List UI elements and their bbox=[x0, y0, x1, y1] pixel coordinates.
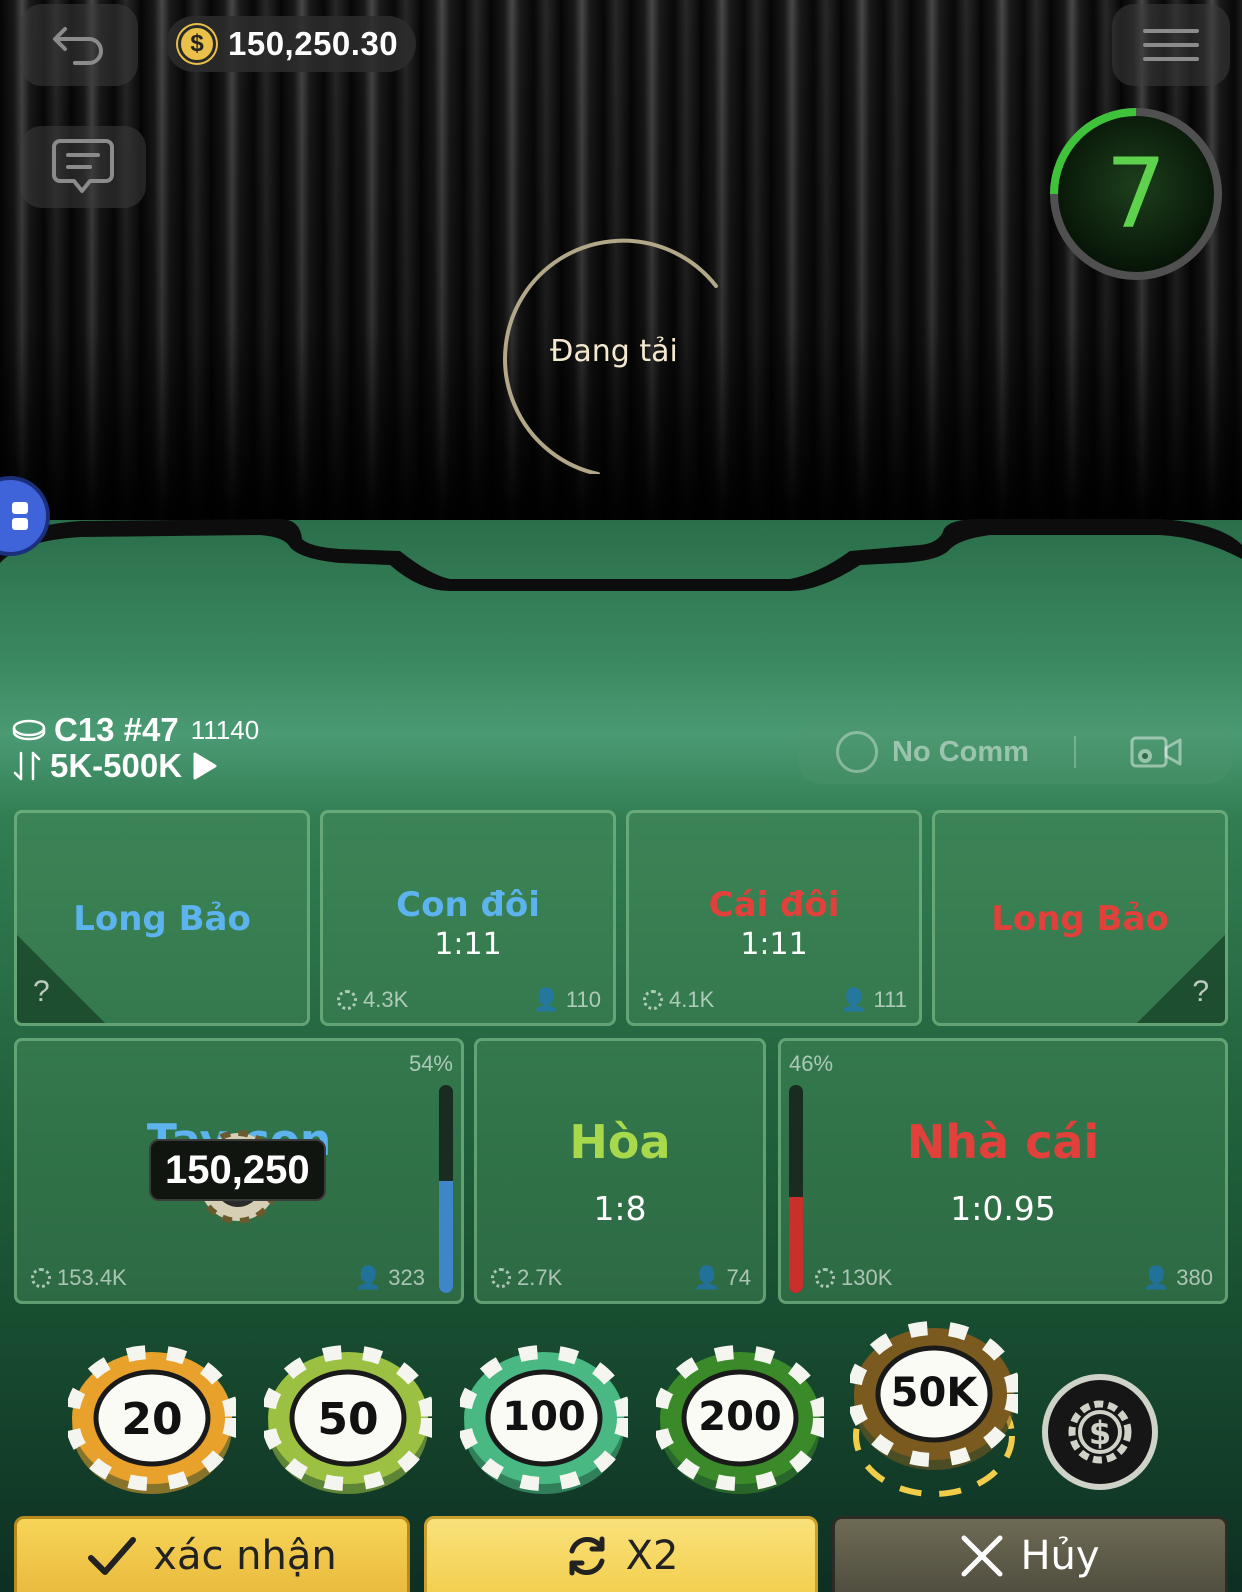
bet-tie[interactable]: Hòa 1:8 2.7K 👤 74 bbox=[474, 1038, 766, 1304]
hamburger-menu-icon bbox=[1143, 29, 1199, 61]
double-label: X2 bbox=[625, 1533, 679, 1579]
person-icon: 👤 bbox=[840, 987, 868, 1012]
help-icon[interactable]: ? bbox=[1192, 975, 1209, 1009]
chip-icon bbox=[643, 990, 663, 1010]
bet-odds: 1:11 bbox=[434, 927, 502, 962]
camera-settings-button[interactable] bbox=[1128, 732, 1184, 777]
bet-title: Long Bảo bbox=[991, 899, 1169, 939]
refresh-icon bbox=[569, 1536, 605, 1576]
chip-value: 20 bbox=[121, 1394, 183, 1445]
bet-player-count: 👤 111 bbox=[840, 987, 907, 1012]
bet-percent: 46% bbox=[789, 1051, 834, 1076]
bet-player-count: 👤 323 bbox=[354, 1265, 425, 1290]
bet-long-bao-player[interactable]: Long Bảo ? bbox=[14, 810, 310, 1026]
back-button[interactable] bbox=[20, 4, 138, 86]
confirm-label: xác nhận bbox=[153, 1533, 337, 1579]
bet-limit[interactable]: 5K-500K bbox=[12, 747, 259, 784]
chip-icon bbox=[337, 990, 357, 1010]
play-icon bbox=[193, 752, 217, 780]
double-button[interactable]: X2 bbox=[424, 1516, 818, 1592]
person-icon: 👤 bbox=[532, 987, 560, 1012]
countdown-timer: 7 bbox=[1046, 104, 1226, 284]
bet-title: Con đôi bbox=[396, 885, 540, 925]
bet-title: Hòa bbox=[569, 1115, 671, 1169]
bet-player-count: 👤 110 bbox=[532, 987, 601, 1012]
chip-value: 50K bbox=[890, 1370, 978, 1416]
placed-bet-amount: 150,250 bbox=[149, 1139, 326, 1201]
bet-player[interactable]: Tay con 54% 150,250 153.4K 👤323 bbox=[14, 1038, 464, 1304]
no-commission-radio[interactable] bbox=[836, 731, 878, 773]
bet-title: Cái đôi bbox=[708, 885, 840, 925]
chip-value: 100 bbox=[502, 1394, 586, 1440]
chip-20[interactable]: 20 bbox=[65, 1342, 239, 1502]
close-icon bbox=[961, 1535, 1003, 1577]
bet-total-amount: 4.1K bbox=[643, 987, 714, 1013]
bet-title: Long Bảo bbox=[73, 899, 251, 939]
person-icon: 👤 bbox=[354, 1265, 383, 1290]
chip-icon bbox=[815, 1268, 835, 1288]
chip-value: 200 bbox=[698, 1394, 782, 1440]
cancel-button[interactable]: Hủy bbox=[832, 1516, 1228, 1592]
camera-settings-icon bbox=[1130, 736, 1182, 768]
cancel-label: Hủy bbox=[1020, 1533, 1100, 1579]
sort-arrows-icon bbox=[13, 751, 41, 781]
corner-decoration bbox=[1137, 935, 1225, 1023]
bet-banker[interactable]: 46% Nhà cái 1:0.95 130K 👤 380 bbox=[778, 1038, 1228, 1304]
balance-value: 150,250.30 bbox=[228, 25, 399, 62]
balance-display: $ 150,250.30 bbox=[166, 16, 417, 72]
bet-total-amount: 153.4K bbox=[31, 1265, 127, 1291]
table-icon bbox=[12, 719, 46, 741]
table-rail bbox=[0, 519, 1242, 591]
check-icon bbox=[88, 1537, 137, 1575]
no-commission-toggle[interactable]: No Comm bbox=[798, 720, 1232, 784]
bet-player-count: 👤 380 bbox=[1142, 1265, 1213, 1290]
chat-bubble-icon bbox=[52, 139, 114, 193]
dollar-coin-icon: $ bbox=[178, 25, 216, 63]
chip-settings-icon: $ bbox=[1068, 1400, 1132, 1464]
chip-settings-button[interactable]: $ bbox=[1042, 1374, 1158, 1490]
bet-player-pair[interactable]: Con đôi 1:11 4.3K 👤 110 bbox=[320, 810, 616, 1026]
chip-200[interactable]: 200 bbox=[653, 1342, 827, 1502]
bet-total-amount: 130K bbox=[815, 1265, 892, 1291]
chip-value: 50 bbox=[317, 1394, 379, 1445]
bet-banker-pair[interactable]: Cái đôi 1:11 4.1K 👤 111 bbox=[626, 810, 922, 1026]
bet-long-bao-banker[interactable]: Long Bảo ? bbox=[932, 810, 1228, 1026]
bet-title: Nhà cái bbox=[906, 1115, 1100, 1169]
table-info: C13 #47 11140 5K-500K bbox=[12, 711, 260, 784]
person-icon: 👤 bbox=[1142, 1265, 1171, 1290]
person-icon: 👤 bbox=[693, 1265, 721, 1290]
chip-50[interactable]: 50 bbox=[261, 1342, 435, 1502]
loading-spinner: Đang tải bbox=[494, 234, 734, 476]
bet-total-amount: 4.3K bbox=[337, 987, 408, 1013]
bet-percent: 54% bbox=[408, 1051, 453, 1076]
menu-button[interactable] bbox=[1112, 4, 1230, 86]
bet-player-count: 👤 74 bbox=[693, 1265, 751, 1290]
no-commission-label: No Comm bbox=[892, 735, 1029, 768]
percent-bar-fill bbox=[439, 1180, 453, 1293]
chat-button[interactable] bbox=[20, 126, 146, 208]
chip-100[interactable]: 100 bbox=[457, 1342, 631, 1502]
help-icon[interactable]: ? bbox=[33, 975, 50, 1009]
bet-odds: 1:11 bbox=[740, 927, 808, 962]
svg-text:$: $ bbox=[1089, 1414, 1111, 1452]
round-number: 11140 bbox=[190, 714, 260, 745]
bet-odds: 1:8 bbox=[593, 1189, 647, 1228]
chip-icon bbox=[491, 1268, 511, 1288]
chip-icon bbox=[31, 1268, 51, 1288]
countdown-value: 7 bbox=[1105, 138, 1167, 250]
percent-bar bbox=[439, 1085, 453, 1293]
confirm-button[interactable]: xác nhận bbox=[14, 1516, 410, 1592]
bet-total-amount: 2.7K bbox=[491, 1265, 562, 1291]
loading-text: Đang tải bbox=[550, 334, 678, 369]
chip-50k[interactable]: 50K bbox=[847, 1318, 1021, 1508]
back-arrow-icon bbox=[53, 27, 103, 65]
corner-decoration bbox=[17, 935, 105, 1023]
apps-grid-icon bbox=[12, 502, 28, 530]
table-name: C13 #47 bbox=[54, 711, 179, 748]
bet-odds: 1:0.95 bbox=[950, 1189, 1056, 1228]
divider bbox=[1074, 736, 1076, 768]
bet-limit-value: 5K-500K bbox=[50, 747, 183, 784]
